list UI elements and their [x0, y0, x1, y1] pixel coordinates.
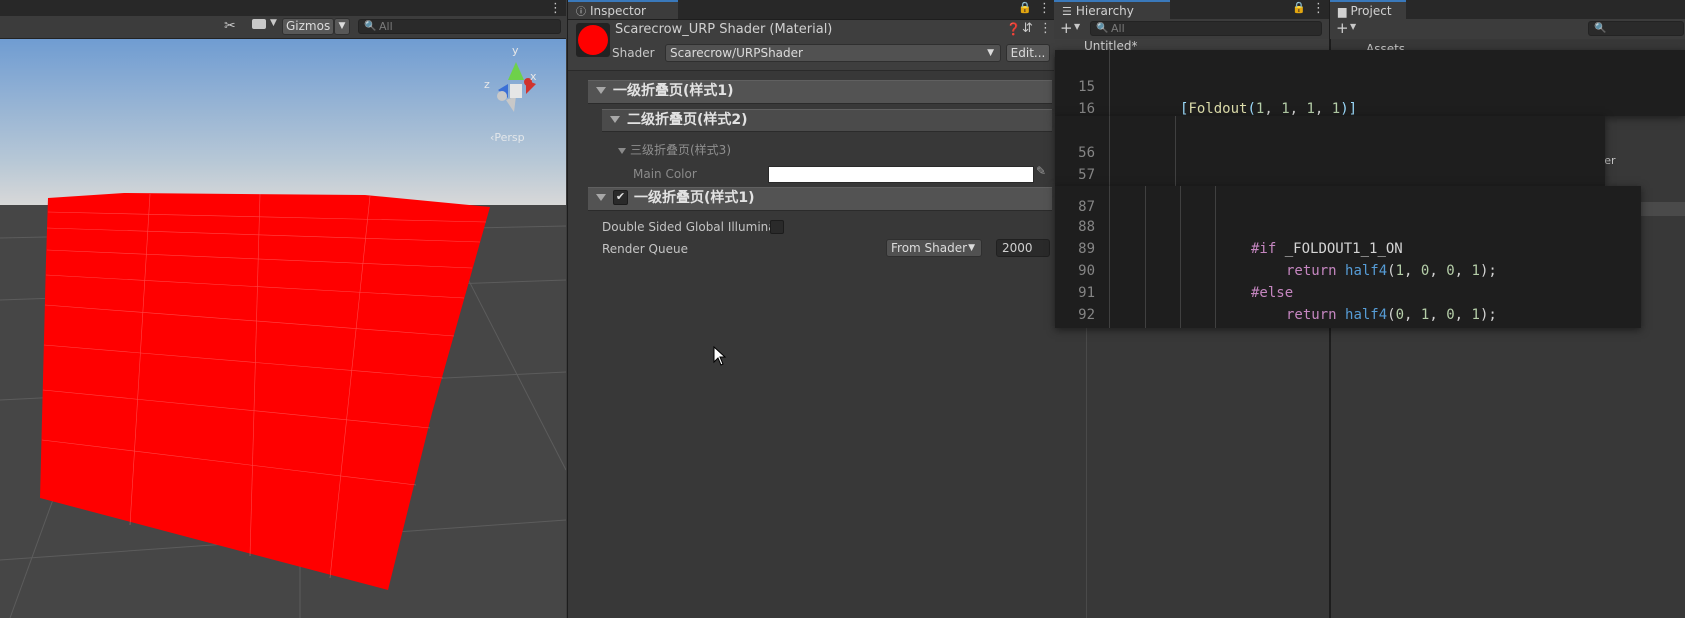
project-toolbar: + ▼ 🔍: [1330, 19, 1685, 39]
code-line: 93: [1055, 304, 1641, 326]
help-icon[interactable]: ❓: [1006, 22, 1021, 36]
foldout-level1[interactable]: 一级折叠页(样式1): [588, 80, 1052, 104]
foldout-expand-icon: [610, 115, 620, 123]
hierarchy-tree-line: [1086, 300, 1087, 618]
persp-label[interactable]: ‹Persp: [490, 131, 525, 144]
scene-canvas[interactable]: [0, 0, 566, 618]
search-icon: 🔍: [1594, 23, 1607, 34]
add-dropdown-icon[interactable]: ▼: [1350, 22, 1356, 31]
material-header: Scarecrow_URP Shader (Material) ❓ ⇵ ⋮ Sh…: [568, 20, 1054, 71]
foldout-level1-toggle-label: 一级折叠页(样式1): [634, 190, 755, 206]
tab-project[interactable]: ▆ Project: [1330, 0, 1406, 19]
search-icon: 🔍: [1096, 23, 1109, 34]
material-title: Scarecrow_URP Shader (Material): [615, 22, 833, 37]
search-icon: 🔍: [364, 21, 377, 32]
more-options-icon[interactable]: ⋮: [549, 2, 562, 16]
double-sided-gi-label: Double Sided Global Illuminat: [602, 220, 781, 234]
main-color-field[interactable]: [768, 166, 1034, 183]
gizmos-button[interactable]: Gizmos: [282, 18, 334, 35]
tab-inspector-label: Inspector: [590, 4, 646, 18]
folder-icon: ▆: [1338, 5, 1347, 18]
scene-search-input[interactable]: 🔍 All: [358, 19, 561, 34]
preset-icon[interactable]: ⇵: [1022, 21, 1033, 36]
add-icon[interactable]: +: [1336, 19, 1349, 37]
code-line: 17: [1055, 98, 1685, 116]
info-icon: ⓘ: [576, 7, 586, 18]
shader-label: Shader: [612, 46, 655, 60]
tools-icon[interactable]: ✂: [224, 18, 236, 34]
scene-search-placeholder: All: [379, 20, 393, 33]
double-sided-gi-checkbox[interactable]: [770, 220, 784, 234]
code-snippet-1: 15 [Foldout(1, 1, 1, 1)] 16 _Foldout1_1 …: [1055, 50, 1685, 116]
scene-view[interactable]: y z x ‹Persp ⋮ ✂ ▼ Gizmos ▼ 🔍 All: [0, 0, 566, 618]
hierarchy-search-placeholder: All: [1111, 22, 1125, 35]
code-line: 16 _Foldout1_1 ("一级折叠页(样式1)_Foldout", fl…: [1055, 76, 1685, 116]
code-snippet-2: 56 57 #pragma shader_feature _FOLDOUT1_1…: [1055, 116, 1605, 186]
camera-dropdown-icon[interactable]: ▼: [270, 18, 277, 28]
edit-shader-button[interactable]: Edit...: [1006, 44, 1050, 62]
hierarchy-toolbar: + ▼ 🔍 All: [1054, 19, 1329, 39]
foldout-level1-label: 一级折叠页(样式1): [613, 83, 734, 99]
chevron-down-icon: ▼: [987, 48, 994, 58]
foldout-expand-icon: [596, 86, 606, 94]
code-line: 58: [1055, 164, 1605, 186]
foldout-expand-icon: [618, 147, 626, 154]
render-queue-mode-value: From Shader: [891, 241, 968, 255]
inspector-panel: ⓘ Inspector 🔒 ⋮ Scarecrow_URP Shader (Mat…: [567, 0, 1055, 618]
hierarchy-search-input[interactable]: 🔍 All: [1090, 21, 1322, 36]
sky-background: [0, 38, 566, 205]
line-number: 93: [1055, 326, 1095, 328]
material-preview: [576, 23, 610, 57]
lock-icon[interactable]: 🔒: [1292, 1, 1306, 14]
tab-hierarchy-label: Hierarchy: [1075, 4, 1134, 18]
render-queue-mode-dropdown[interactable]: From Shader ▼: [886, 239, 982, 257]
eyedropper-icon[interactable]: ✎: [1036, 164, 1046, 178]
project-tab-bar: ▆ Project: [1330, 0, 1685, 20]
code-text: #endif: [1251, 326, 1302, 328]
code-snippet-3: 87 88 #if _FOLDOUT1_1_ON 89 return half4…: [1055, 186, 1641, 328]
project-search-input[interactable]: 🔍: [1588, 21, 1684, 36]
code-line: 89 return half4(1, 0, 0, 1);: [1055, 216, 1641, 279]
foldout-level3[interactable]: 三级折叠页(样式3): [618, 141, 731, 158]
gizmo-axis-z-label: z: [484, 78, 490, 91]
chevron-down-icon: ▼: [968, 243, 975, 253]
foldout-level2[interactable]: 二级折叠页(样式2): [602, 109, 1052, 132]
material-more-icon[interactable]: ⋮: [1039, 22, 1052, 36]
foldout-toggle-checkbox[interactable]: ✔: [613, 189, 628, 205]
add-dropdown-icon[interactable]: ▼: [1074, 22, 1080, 31]
hierarchy-tab-bar: ☰ Hierarchy 🔒 ⋮: [1054, 0, 1329, 20]
gizmos-dropdown-icon[interactable]: ▼: [334, 18, 350, 35]
add-icon[interactable]: +: [1060, 19, 1073, 37]
tab-project-label: Project: [1350, 4, 1392, 18]
code-line: 15 [Foldout(1, 1, 1, 1)]: [1055, 54, 1685, 116]
code-line: 91 return half4(0, 1, 0, 1);: [1055, 260, 1641, 323]
foldout-level3-label: 三级折叠页(样式3): [630, 143, 731, 157]
render-queue-value-field[interactable]: 2000: [996, 239, 1050, 257]
inspector-tab-bar: ⓘ Inspector 🔒 ⋮: [568, 0, 1054, 20]
code-line: 92 #endif: [1055, 282, 1641, 323]
hierarchy-more-icon[interactable]: ⋮: [1312, 2, 1325, 16]
shader-dropdown[interactable]: Scarecrow/URPShader ▼: [665, 44, 1001, 62]
list-icon: ☰: [1062, 5, 1072, 18]
mouse-cursor-icon: [713, 346, 727, 366]
inspector-more-icon[interactable]: ⋮: [1038, 2, 1051, 16]
camera-icon[interactable]: [252, 19, 266, 29]
tab-inspector[interactable]: ⓘ Inspector: [568, 0, 678, 19]
foldout-level1-toggle[interactable]: ✔ 一级折叠页(样式1): [588, 187, 1052, 211]
gizmo-axis-x-label: x: [530, 70, 537, 83]
shader-dropdown-value: Scarecrow/URPShader: [670, 46, 803, 60]
gizmo-axis-y-label: y: [512, 44, 519, 57]
scene-toolbar: ✂ ▼ Gizmos ▼ 🔍 All: [0, 16, 566, 39]
code-line: 57 #pragma shader_feature _FOLDOUT1_1_ON: [1055, 142, 1605, 183]
main-color-label: Main Color: [633, 167, 697, 181]
tab-hierarchy[interactable]: ☰ Hierarchy: [1054, 0, 1170, 19]
lock-icon[interactable]: 🔒: [1018, 1, 1032, 14]
code-line: 90 #else: [1055, 238, 1641, 301]
render-queue-label: Render Queue: [602, 242, 688, 256]
code-line: 88 #if _FOLDOUT1_1_ON: [1055, 194, 1641, 257]
code-line: 56: [1055, 120, 1605, 161]
foldout-expand-icon: [596, 193, 606, 201]
foldout-level2-label: 二级折叠页(样式2): [627, 112, 748, 128]
material-sphere-icon: [578, 25, 608, 55]
